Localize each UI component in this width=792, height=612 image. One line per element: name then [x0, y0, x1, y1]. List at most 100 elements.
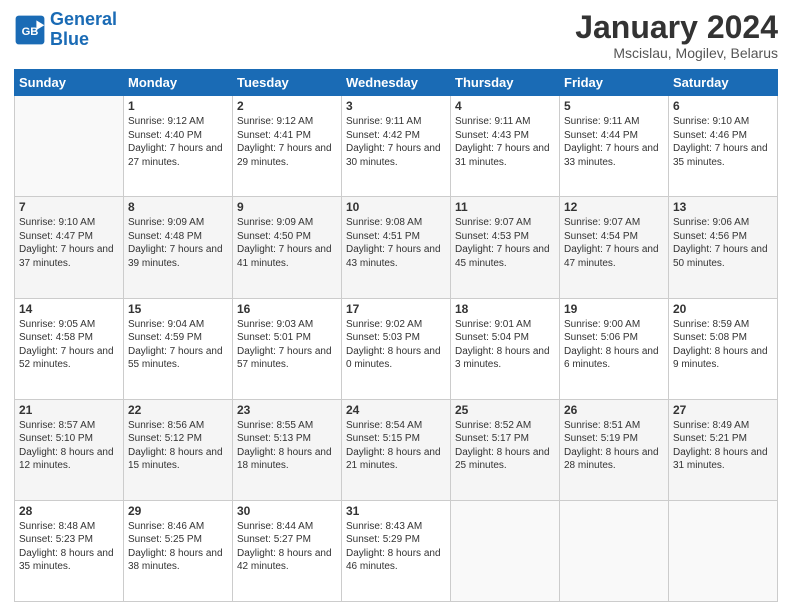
calendar-cell: 19 Sunrise: 9:00 AM Sunset: 5:06 PM Dayl… — [560, 298, 669, 399]
svg-text:GB: GB — [22, 26, 39, 38]
day-info: Sunrise: 8:52 AM Sunset: 5:17 PM Dayligh… — [455, 419, 555, 473]
weekday-header-wednesday: Wednesday — [342, 70, 451, 96]
day-info: Sunrise: 9:04 AM Sunset: 4:59 PM Dayligh… — [128, 318, 228, 372]
title-block: January 2024 Mscislau, Mogilev, Belarus — [575, 10, 778, 61]
day-number: 16 — [237, 302, 337, 316]
day-number: 25 — [455, 403, 555, 417]
calendar-cell — [669, 500, 778, 601]
day-info: Sunrise: 9:05 AM Sunset: 4:58 PM Dayligh… — [19, 318, 119, 372]
day-info: Sunrise: 9:10 AM Sunset: 4:46 PM Dayligh… — [673, 115, 773, 169]
calendar-cell: 18 Sunrise: 9:01 AM Sunset: 5:04 PM Dayl… — [451, 298, 560, 399]
day-info: Sunrise: 9:08 AM Sunset: 4:51 PM Dayligh… — [346, 216, 446, 270]
calendar-cell: 15 Sunrise: 9:04 AM Sunset: 4:59 PM Dayl… — [124, 298, 233, 399]
weekday-header-friday: Friday — [560, 70, 669, 96]
day-info: Sunrise: 8:55 AM Sunset: 5:13 PM Dayligh… — [237, 419, 337, 473]
calendar-cell: 3 Sunrise: 9:11 AM Sunset: 4:42 PM Dayli… — [342, 96, 451, 197]
calendar-cell: 5 Sunrise: 9:11 AM Sunset: 4:44 PM Dayli… — [560, 96, 669, 197]
weekday-header-row: SundayMondayTuesdayWednesdayThursdayFrid… — [15, 70, 778, 96]
day-number: 20 — [673, 302, 773, 316]
day-info: Sunrise: 8:43 AM Sunset: 5:29 PM Dayligh… — [346, 520, 446, 574]
day-number: 9 — [237, 200, 337, 214]
day-info: Sunrise: 8:59 AM Sunset: 5:08 PM Dayligh… — [673, 318, 773, 372]
day-info: Sunrise: 9:11 AM Sunset: 4:44 PM Dayligh… — [564, 115, 664, 169]
day-number: 1 — [128, 99, 228, 113]
day-info: Sunrise: 9:10 AM Sunset: 4:47 PM Dayligh… — [19, 216, 119, 270]
day-info: Sunrise: 9:01 AM Sunset: 5:04 PM Dayligh… — [455, 318, 555, 372]
day-number: 27 — [673, 403, 773, 417]
day-number: 23 — [237, 403, 337, 417]
calendar-cell — [560, 500, 669, 601]
calendar-cell: 10 Sunrise: 9:08 AM Sunset: 4:51 PM Dayl… — [342, 197, 451, 298]
day-number: 29 — [128, 504, 228, 518]
day-info: Sunrise: 9:09 AM Sunset: 4:48 PM Dayligh… — [128, 216, 228, 270]
day-info: Sunrise: 8:56 AM Sunset: 5:12 PM Dayligh… — [128, 419, 228, 473]
calendar-cell: 13 Sunrise: 9:06 AM Sunset: 4:56 PM Dayl… — [669, 197, 778, 298]
calendar-cell: 1 Sunrise: 9:12 AM Sunset: 4:40 PM Dayli… — [124, 96, 233, 197]
week-row-2: 7 Sunrise: 9:10 AM Sunset: 4:47 PM Dayli… — [15, 197, 778, 298]
day-info: Sunrise: 8:54 AM Sunset: 5:15 PM Dayligh… — [346, 419, 446, 473]
day-number: 31 — [346, 504, 446, 518]
calendar-cell: 29 Sunrise: 8:46 AM Sunset: 5:25 PM Dayl… — [124, 500, 233, 601]
day-info: Sunrise: 9:12 AM Sunset: 4:41 PM Dayligh… — [237, 115, 337, 169]
calendar-cell: 12 Sunrise: 9:07 AM Sunset: 4:54 PM Dayl… — [560, 197, 669, 298]
day-number: 2 — [237, 99, 337, 113]
calendar-cell: 2 Sunrise: 9:12 AM Sunset: 4:41 PM Dayli… — [233, 96, 342, 197]
calendar-cell: 20 Sunrise: 8:59 AM Sunset: 5:08 PM Dayl… — [669, 298, 778, 399]
day-number: 24 — [346, 403, 446, 417]
day-info: Sunrise: 9:11 AM Sunset: 4:43 PM Dayligh… — [455, 115, 555, 169]
day-info: Sunrise: 9:09 AM Sunset: 4:50 PM Dayligh… — [237, 216, 337, 270]
calendar-cell: 25 Sunrise: 8:52 AM Sunset: 5:17 PM Dayl… — [451, 399, 560, 500]
calendar-cell: 4 Sunrise: 9:11 AM Sunset: 4:43 PM Dayli… — [451, 96, 560, 197]
logo: GB General Blue — [14, 10, 117, 50]
day-info: Sunrise: 9:11 AM Sunset: 4:42 PM Dayligh… — [346, 115, 446, 169]
calendar-cell: 6 Sunrise: 9:10 AM Sunset: 4:46 PM Dayli… — [669, 96, 778, 197]
weekday-header-tuesday: Tuesday — [233, 70, 342, 96]
day-info: Sunrise: 9:12 AM Sunset: 4:40 PM Dayligh… — [128, 115, 228, 169]
day-info: Sunrise: 9:02 AM Sunset: 5:03 PM Dayligh… — [346, 318, 446, 372]
calendar-cell: 11 Sunrise: 9:07 AM Sunset: 4:53 PM Dayl… — [451, 197, 560, 298]
calendar-table: SundayMondayTuesdayWednesdayThursdayFrid… — [14, 69, 778, 602]
day-number: 15 — [128, 302, 228, 316]
day-info: Sunrise: 8:46 AM Sunset: 5:25 PM Dayligh… — [128, 520, 228, 574]
calendar-cell: 16 Sunrise: 9:03 AM Sunset: 5:01 PM Dayl… — [233, 298, 342, 399]
day-number: 6 — [673, 99, 773, 113]
calendar-cell: 17 Sunrise: 9:02 AM Sunset: 5:03 PM Dayl… — [342, 298, 451, 399]
week-row-3: 14 Sunrise: 9:05 AM Sunset: 4:58 PM Dayl… — [15, 298, 778, 399]
calendar-cell: 8 Sunrise: 9:09 AM Sunset: 4:48 PM Dayli… — [124, 197, 233, 298]
calendar-title: January 2024 — [575, 10, 778, 45]
day-number: 4 — [455, 99, 555, 113]
calendar-cell: 14 Sunrise: 9:05 AM Sunset: 4:58 PM Dayl… — [15, 298, 124, 399]
day-number: 13 — [673, 200, 773, 214]
day-number: 5 — [564, 99, 664, 113]
day-number: 11 — [455, 200, 555, 214]
day-number: 17 — [346, 302, 446, 316]
calendar-cell: 24 Sunrise: 8:54 AM Sunset: 5:15 PM Dayl… — [342, 399, 451, 500]
day-info: Sunrise: 9:06 AM Sunset: 4:56 PM Dayligh… — [673, 216, 773, 270]
calendar-cell: 31 Sunrise: 8:43 AM Sunset: 5:29 PM Dayl… — [342, 500, 451, 601]
day-info: Sunrise: 8:48 AM Sunset: 5:23 PM Dayligh… — [19, 520, 119, 574]
day-info: Sunrise: 8:44 AM Sunset: 5:27 PM Dayligh… — [237, 520, 337, 574]
calendar-cell: 7 Sunrise: 9:10 AM Sunset: 4:47 PM Dayli… — [15, 197, 124, 298]
weekday-header-thursday: Thursday — [451, 70, 560, 96]
calendar-cell — [451, 500, 560, 601]
calendar-cell: 27 Sunrise: 8:49 AM Sunset: 5:21 PM Dayl… — [669, 399, 778, 500]
calendar-cell: 22 Sunrise: 8:56 AM Sunset: 5:12 PM Dayl… — [124, 399, 233, 500]
day-info: Sunrise: 9:07 AM Sunset: 4:53 PM Dayligh… — [455, 216, 555, 270]
day-info: Sunrise: 9:03 AM Sunset: 5:01 PM Dayligh… — [237, 318, 337, 372]
calendar-cell — [15, 96, 124, 197]
day-number: 19 — [564, 302, 664, 316]
weekday-header-sunday: Sunday — [15, 70, 124, 96]
day-number: 21 — [19, 403, 119, 417]
week-row-4: 21 Sunrise: 8:57 AM Sunset: 5:10 PM Dayl… — [15, 399, 778, 500]
day-info: Sunrise: 8:49 AM Sunset: 5:21 PM Dayligh… — [673, 419, 773, 473]
day-number: 14 — [19, 302, 119, 316]
calendar-cell: 23 Sunrise: 8:55 AM Sunset: 5:13 PM Dayl… — [233, 399, 342, 500]
weekday-header-monday: Monday — [124, 70, 233, 96]
day-info: Sunrise: 8:57 AM Sunset: 5:10 PM Dayligh… — [19, 419, 119, 473]
day-info: Sunrise: 9:07 AM Sunset: 4:54 PM Dayligh… — [564, 216, 664, 270]
logo-icon: GB — [14, 14, 46, 46]
day-info: Sunrise: 9:00 AM Sunset: 5:06 PM Dayligh… — [564, 318, 664, 372]
calendar-cell: 21 Sunrise: 8:57 AM Sunset: 5:10 PM Dayl… — [15, 399, 124, 500]
day-number: 18 — [455, 302, 555, 316]
calendar-subtitle: Mscislau, Mogilev, Belarus — [575, 45, 778, 61]
